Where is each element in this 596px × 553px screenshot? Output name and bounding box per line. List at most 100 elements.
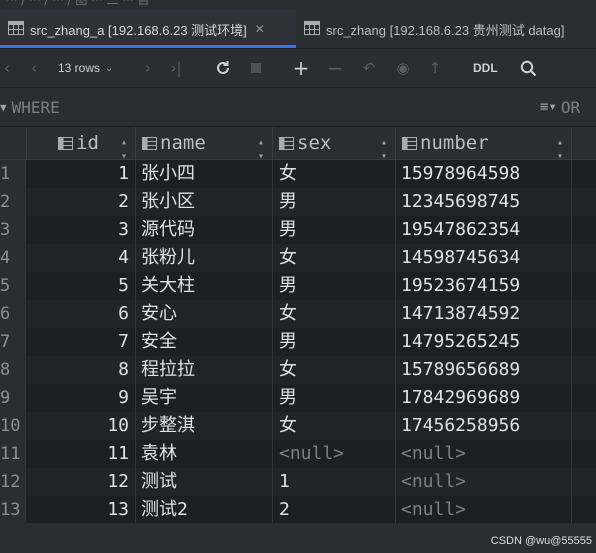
cell-id[interactable]: 3 [26,216,136,244]
rows-count-dropdown[interactable]: 13 rows ⌄ [58,49,113,87]
cell-sex[interactable]: 男 [273,216,396,244]
row-number[interactable]: 8 [0,356,26,384]
cell-sex[interactable]: 女 [273,300,396,328]
cell-name[interactable]: 步整淇 [136,412,273,440]
row-number[interactable]: 3 [0,216,26,244]
cell-name[interactable]: 安心 [136,300,273,328]
cell-number[interactable]: 15978964598 [396,160,572,188]
cell-number[interactable]: 17456258956 [396,412,572,440]
where-filter-input[interactable]: ▼ WHERE [0,88,60,126]
first-page-icon[interactable]: ‹ [0,49,14,87]
cell-number[interactable]: 14795265245 [396,328,572,356]
ddl-button[interactable]: DDL [473,49,498,87]
cell-id[interactable]: 11 [26,440,136,468]
tab-src-zhang[interactable]: src_zhang [192.168.6.23 贵州测试 datag] [296,10,596,48]
prev-page-icon[interactable]: ‹ [26,49,42,87]
cell-sex[interactable]: 女 [273,244,396,272]
cell-number[interactable]: 14713874592 [396,300,572,328]
cell-name[interactable]: 程拉拉 [136,356,273,384]
table-row[interactable]: 4 4 张粉儿 女 14598745634 [0,244,596,272]
cell-name[interactable]: 张粉儿 [136,244,273,272]
last-page-icon[interactable]: ›| [166,49,186,87]
cell-name[interactable]: 测试2 [136,496,273,524]
cell-id[interactable]: 5 [26,272,136,300]
cell-number[interactable]: 19547862354 [396,216,572,244]
cell-id[interactable]: 9 [26,384,136,412]
cell-sex[interactable]: 女 [273,412,396,440]
column-header-number[interactable]: number ▴ ▾ [396,127,572,162]
cell-number[interactable]: 12345698745 [396,188,572,216]
add-row-icon[interactable]: + [290,49,312,87]
cell-number[interactable]: 19523674159 [396,272,572,300]
cell-id[interactable]: 13 [26,496,136,524]
cell-name[interactable]: 安全 [136,328,273,356]
cell-number[interactable]: 14598745634 [396,244,572,272]
cell-sex[interactable]: 女 [273,356,396,384]
view-icon[interactable]: ◉ [392,49,414,87]
row-number[interactable]: 6 [0,300,26,328]
row-number[interactable]: 10 [0,412,26,440]
cell-name[interactable]: 张小四 [136,160,273,188]
cell-name[interactable]: 吴宇 [136,384,273,412]
cell-id[interactable]: 6 [26,300,136,328]
cell-id[interactable]: 12 [26,468,136,496]
cell-id[interactable]: 8 [26,356,136,384]
cell-sex[interactable]: 男 [273,384,396,412]
submit-icon[interactable]: ↑ [424,49,446,87]
cell-sex[interactable]: 女 [273,160,396,188]
table-row[interactable]: 8 8 程拉拉 女 15789656689 [0,356,596,384]
row-number[interactable]: 2 [0,188,26,216]
cell-number-null[interactable]: <null> [396,440,572,468]
cell-number[interactable]: 15789656689 [396,356,572,384]
row-number[interactable]: 12 [0,468,26,496]
table-row[interactable]: 5 5 关大柱 男 19523674159 [0,272,596,300]
row-number[interactable]: 1 [0,160,26,188]
table-row[interactable]: 9 9 吴宇 男 17842969689 [0,384,596,412]
tab-src-zhang-a[interactable]: src_zhang_a [192.168.6.23 测试环境] ✕ [0,10,296,48]
table-row[interactable]: 11 11 袁林 <null> <null> [0,440,596,468]
cell-name[interactable]: 关大柱 [136,272,273,300]
column-header-id[interactable]: id ▴ ▾ [26,127,136,162]
orderby-input[interactable]: ≡▾ OR [540,88,580,126]
cell-name[interactable]: 袁林 [136,440,273,468]
table-row[interactable]: 7 7 安全 男 14795265245 [0,328,596,356]
row-number[interactable]: 9 [0,384,26,412]
column-header-name[interactable]: name ▴ ▾ [136,127,273,162]
cell-name[interactable]: 张小区 [136,188,273,216]
cell-id[interactable]: 10 [26,412,136,440]
cell-sex[interactable]: 男 [273,188,396,216]
row-number[interactable]: 11 [0,440,26,468]
table-row[interactable]: 10 10 步整淇 女 17456258956 [0,412,596,440]
delete-row-icon[interactable]: − [324,49,346,87]
row-number[interactable]: 4 [0,244,26,272]
table-row[interactable]: 13 13 测试2 2 <null> [0,496,596,524]
table-row[interactable]: 1 1 张小四 女 15978964598 [0,160,596,188]
table-row[interactable]: 12 12 测试 1 <null> [0,468,596,496]
search-icon[interactable] [516,49,540,87]
row-number[interactable]: 5 [0,272,26,300]
cell-id[interactable]: 1 [26,160,136,188]
revert-icon[interactable]: ↶ [358,49,380,87]
refresh-icon[interactable] [212,49,234,87]
table-row[interactable]: 6 6 安心 女 14713874592 [0,300,596,328]
column-header-sex[interactable]: sex ▴ ▾ [273,127,396,162]
cell-id[interactable]: 4 [26,244,136,272]
row-number[interactable]: 7 [0,328,26,356]
stop-icon[interactable] [246,49,266,87]
row-number[interactable]: 13 [0,496,26,524]
cell-name[interactable]: 测试 [136,468,273,496]
cell-number-null[interactable]: <null> [396,496,572,524]
cell-sex-null[interactable]: <null> [273,440,396,468]
cell-number-null[interactable]: <null> [396,468,572,496]
cell-id[interactable]: 7 [26,328,136,356]
cell-id[interactable]: 2 [26,188,136,216]
cell-sex[interactable]: 男 [273,328,396,356]
cell-name[interactable]: 源代码 [136,216,273,244]
cell-number[interactable]: 17842969689 [396,384,572,412]
close-icon[interactable]: ✕ [255,22,265,36]
cell-sex[interactable]: 男 [273,272,396,300]
table-row[interactable]: 2 2 张小区 男 12345698745 [0,188,596,216]
cell-sex[interactable]: 2 [273,496,396,524]
next-page-icon[interactable]: › [140,49,156,87]
cell-sex[interactable]: 1 [273,468,396,496]
